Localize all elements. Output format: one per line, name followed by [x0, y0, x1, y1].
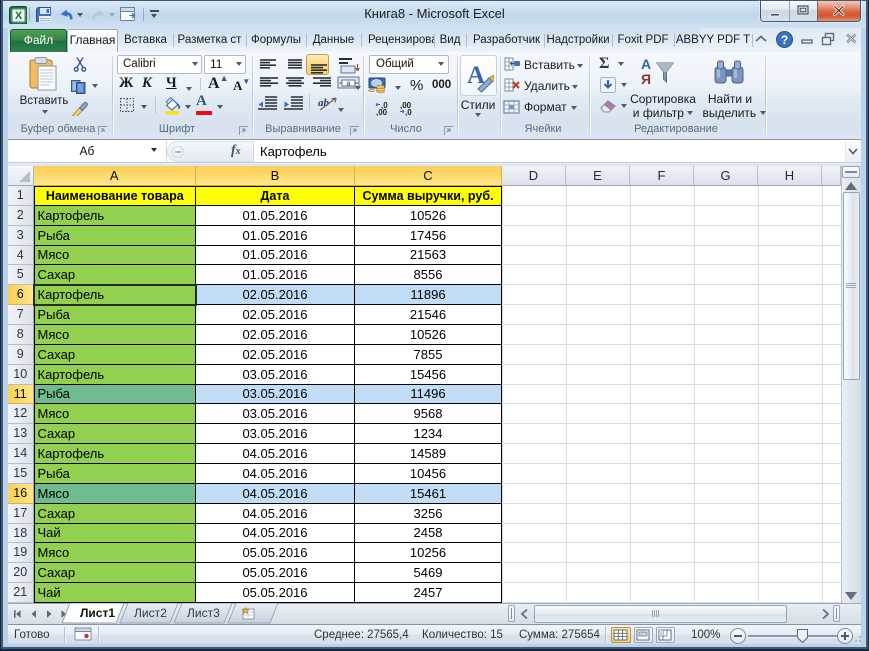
svg-text:X: X [15, 10, 23, 22]
svg-text:?: ? [781, 33, 788, 47]
svg-text:,00: ,00 [376, 108, 388, 116]
svg-text:a: a [347, 81, 351, 88]
svg-text:,0: ,0 [405, 108, 412, 116]
svg-text:А: А [641, 56, 651, 72]
svg-text:Я: Я [641, 71, 651, 87]
